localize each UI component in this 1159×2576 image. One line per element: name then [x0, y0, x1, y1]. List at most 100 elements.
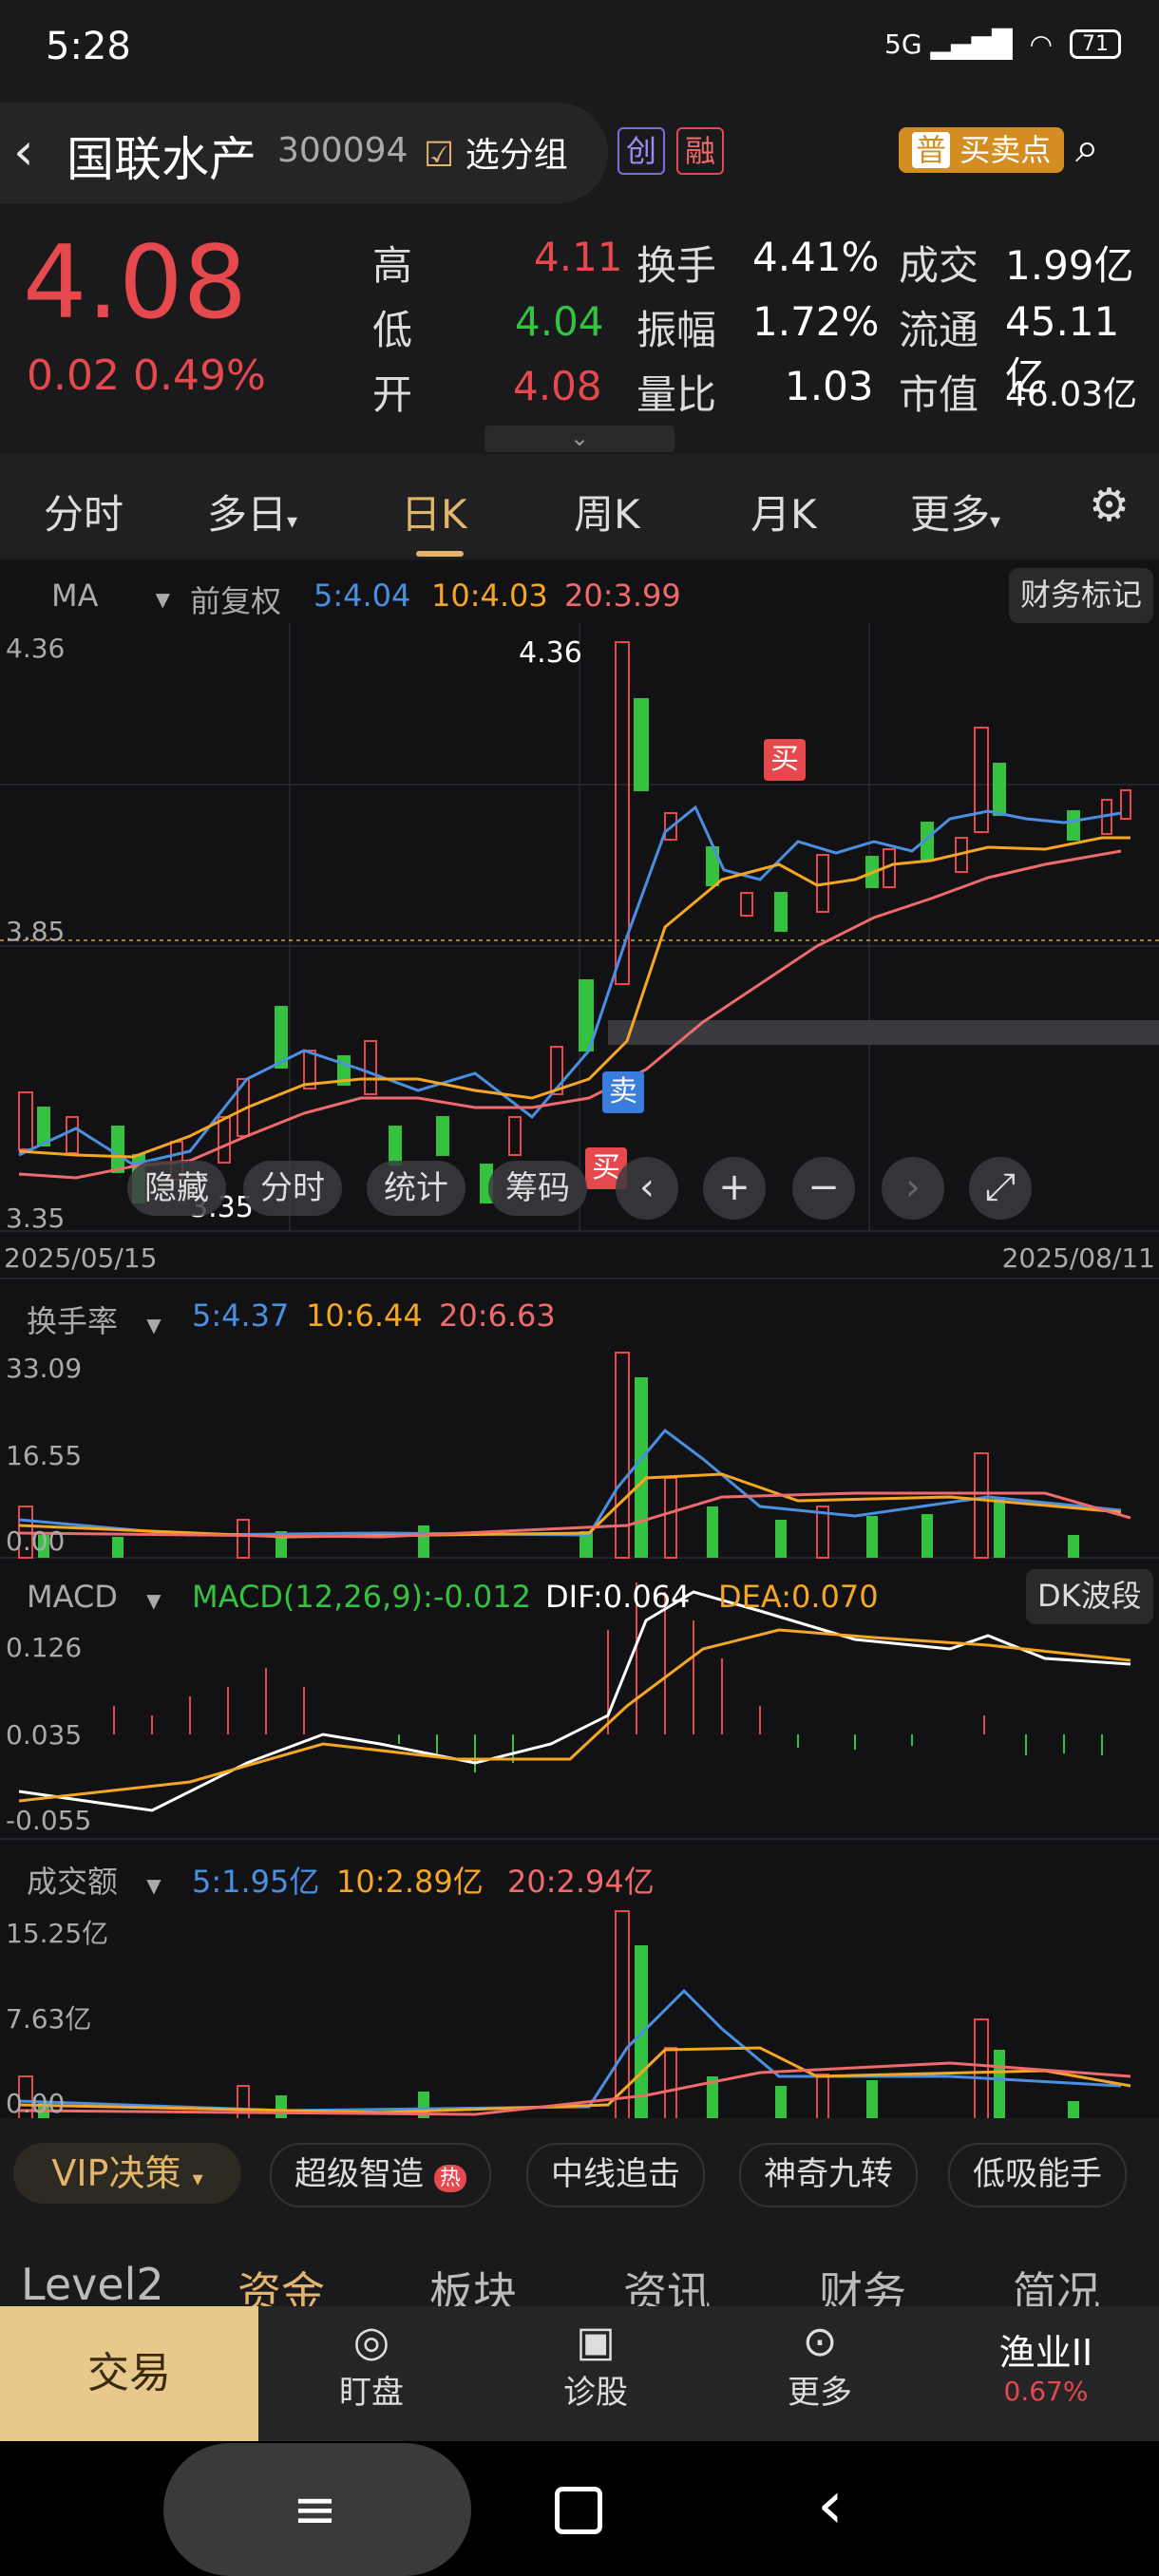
chips-button[interactable]: 筹码 [488, 1161, 587, 1216]
indicator-select[interactable]: MA ▼ [51, 578, 170, 614]
tab-weekly-k[interactable]: 周K [574, 483, 640, 540]
sector-button[interactable]: 渔业II 0.67% [975, 2323, 1117, 2407]
tab-intraday[interactable]: 分时 [44, 483, 124, 540]
chuang-badge: 创 [618, 127, 665, 175]
hide-button[interactable]: 隐藏 [127, 1161, 226, 1216]
zoom-in-icon[interactable]: + [703, 1157, 766, 1220]
open-label: 开 [372, 371, 413, 418]
turnover-bars [38, 1377, 1079, 1558]
tab-daily-k[interactable]: 日K [401, 483, 467, 540]
dif-value: DIF:0.064 [545, 1579, 691, 1615]
stock-code: 300094 [277, 131, 408, 170]
ma10-value: 10:4.03 [431, 578, 548, 614]
turnover-y-top: 33.09 [6, 1353, 83, 1384]
amount-ma20: 20:2.94亿 [507, 1864, 655, 1900]
buy-marker[interactable]: 买 [764, 739, 806, 781]
mcap-label: 市值 [899, 371, 979, 418]
nav-back-icon[interactable]: ‹ [817, 2466, 844, 2544]
chip-low-buy[interactable]: 低吸能手 [948, 2143, 1127, 2207]
chevron-down-icon: ⌄ [569, 425, 590, 451]
vip-decision-button[interactable]: VIP决策 ▾ [13, 2143, 241, 2204]
settings-icon[interactable]: ⚙ [1089, 479, 1130, 532]
high-label: 高 [372, 242, 413, 289]
amount-select[interactable]: 成交额 ▼ [27, 1858, 162, 1902]
amplitude-label: 振幅 [636, 307, 717, 353]
zoom-out-icon[interactable]: − [792, 1157, 855, 1220]
status-icons: 5G ▂▄▆█ ◠ 71 [884, 28, 1121, 60]
fullscreen-icon[interactable]: ⤢ [969, 1157, 1032, 1220]
amount-ma5: 5:1.95亿 [192, 1864, 320, 1900]
turnover-y-mid: 16.55 [6, 1440, 83, 1471]
battery-icon: 71 [1070, 29, 1121, 59]
finance-mark-button[interactable]: 财务标记 [1009, 568, 1154, 623]
amount-y-bottom: 0.00 [6, 2088, 66, 2119]
stock-name: 国联水产 [66, 132, 256, 187]
chip-super-manufacturing[interactable]: 超级智造 热 [270, 2143, 491, 2207]
y-axis-top: 4.36 [6, 633, 66, 664]
more-button[interactable]: ⊙ 更多 [749, 2318, 891, 2413]
high-value: 4.11 [534, 234, 623, 280]
expand-handle[interactable]: ⌄ [484, 426, 674, 452]
watch-button[interactable]: ◎ 盯盘 [300, 2318, 443, 2413]
sell-marker[interactable]: 卖 [602, 1071, 644, 1113]
mcap-value: 46.03亿 [1005, 375, 1138, 414]
trade-button[interactable]: 交易 [0, 2306, 258, 2441]
macd-dea-line [18, 1628, 1131, 1803]
pu-tag: 普 [912, 132, 951, 168]
y-axis-bottom: 3.35 [6, 1203, 66, 1234]
chip-midline[interactable]: 中线追击 [526, 2143, 705, 2207]
turnover-y-bottom: 0.00 [6, 1525, 66, 1557]
status-time: 5:28 [46, 25, 131, 68]
wifi-icon: ◠ [1029, 28, 1053, 60]
search-icon[interactable]: ⌕ [1075, 123, 1099, 172]
candles [18, 641, 1131, 1203]
dea-value: DEA:0.070 [718, 1579, 879, 1615]
margin-badge: 融 [676, 127, 724, 175]
checkbox-icon: ☑ [424, 136, 455, 175]
turnover-bars-up [18, 1352, 989, 1559]
chip-magic-nine[interactable]: 神奇九转 [739, 2143, 918, 2207]
scroll-left-icon[interactable]: ‹ [616, 1157, 678, 1220]
macd-y-mid: 0.035 [6, 1719, 83, 1751]
stats-button[interactable]: 统计 [367, 1161, 466, 1216]
price-change: 0.02 0.49% [27, 351, 266, 400]
back-icon[interactable]: ‹ [13, 122, 34, 181]
chart-icon: ▣ [576, 2318, 616, 2366]
home-icon[interactable] [555, 2487, 602, 2534]
max-price-label: 4.36 [519, 636, 582, 670]
buy-sell-points-button[interactable]: 普 买卖点 [899, 127, 1065, 173]
dk-band-button[interactable]: DK波段 [1026, 1569, 1153, 1624]
tab-monthly-k[interactable]: 月K [750, 483, 817, 540]
ma5-value: 5:4.04 [314, 578, 411, 614]
macd-hist-down [398, 1734, 1103, 1772]
float-label: 流通 [899, 307, 979, 353]
tab-more[interactable]: 更多▾ [910, 483, 1000, 540]
active-tab-indicator [416, 551, 464, 557]
more-icon: ⊙ [802, 2318, 838, 2366]
amount-y-top: 15.25亿 [6, 1918, 109, 1949]
tab-level2[interactable]: Level2 [21, 2259, 164, 2310]
amount-y-mid: 7.63亿 [6, 2003, 92, 2035]
amount-label: 成交 [899, 242, 979, 289]
macd-dif-line [18, 1590, 1131, 1812]
amount-bars-up [18, 1910, 989, 2124]
signal-icon: 5G ▂▄▆█ [884, 28, 1013, 60]
macd-select[interactable]: MACD ▼ [27, 1579, 161, 1615]
scroll-right-icon[interactable]: › [882, 1157, 944, 1220]
menu-icon[interactable]: ≡ [293, 2479, 337, 2541]
adjust-mode[interactable]: 前复权 [190, 578, 281, 621]
tab-multiday[interactable]: 多日▾ [207, 483, 297, 540]
amount-value: 1.99亿 [1005, 242, 1134, 289]
turnover-value: 4.41% [752, 234, 880, 280]
open-value: 4.08 [513, 363, 602, 409]
lower-tabs [0, 2234, 1159, 2310]
hot-badge: 热 [433, 2165, 466, 2192]
intraday-button[interactable]: 分时 [243, 1161, 342, 1216]
amplitude-value: 1.72% [752, 298, 880, 345]
diagnose-button[interactable]: ▣ 诊股 [524, 2318, 667, 2413]
select-group-button[interactable]: ☑ 选分组 [424, 127, 568, 177]
turnover-ma5-line [18, 1428, 1122, 1537]
date-end: 2025/08/11 [1001, 1242, 1155, 1274]
volratio-label: 量比 [636, 371, 717, 418]
turnover-select[interactable]: 换手率 ▼ [27, 1297, 162, 1341]
